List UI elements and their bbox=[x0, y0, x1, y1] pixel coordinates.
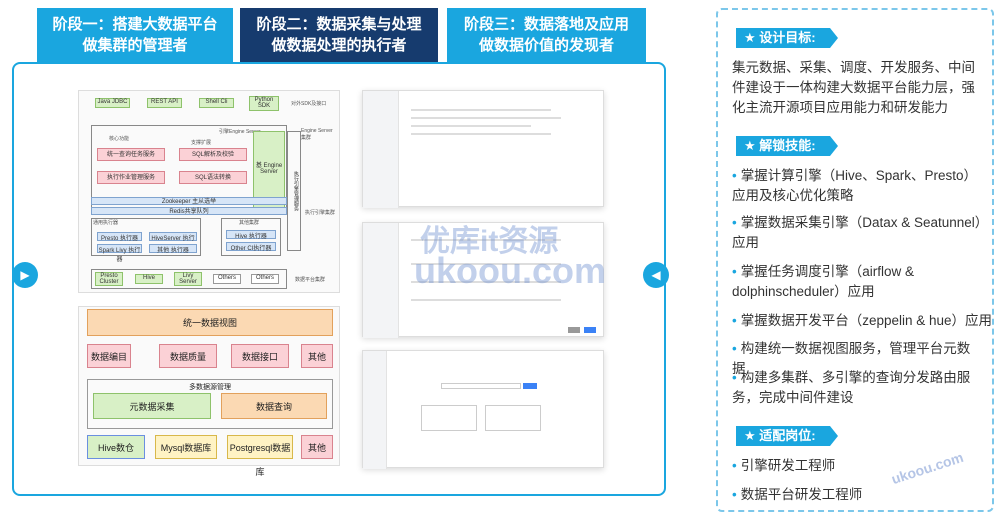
cluster-box: Hive bbox=[135, 274, 163, 284]
stage-3-title: 阶段三：数据落地及应用 bbox=[463, 16, 629, 33]
skills-heading-text: 解锁技能: bbox=[759, 138, 816, 153]
skill-text: 构建多集群、多引擎的查询分发路由服务，完成中间件建设 bbox=[732, 370, 971, 405]
thumb-sidebar bbox=[363, 223, 399, 338]
datasource-box: Postgresql数据库 bbox=[227, 435, 293, 477]
bullet-icon: • bbox=[732, 487, 737, 502]
prev-arrow-button[interactable]: ▶ bbox=[12, 262, 38, 288]
play-right-icon: ▶ bbox=[20, 268, 30, 282]
executor-box: Hive 执行器 bbox=[226, 230, 276, 240]
skill-item: • 构建多集群、多引擎的查询分发路由服务，完成中间件建设 bbox=[732, 368, 972, 408]
support-label: 支撑扩展 bbox=[191, 140, 212, 146]
metadata-collect-box: 元数据采集 bbox=[93, 393, 211, 419]
executor-box: Presto 执行器 bbox=[97, 232, 142, 242]
skills-heading: ★ 解锁技能: bbox=[736, 136, 838, 156]
job-text: 数据平台研发工程师 bbox=[740, 487, 863, 502]
sdk-box: Java JDBC bbox=[95, 98, 130, 108]
common-exec-label: 通用执行器 bbox=[93, 220, 119, 226]
exec-cluster-label: 执行引擎集群 bbox=[305, 210, 336, 216]
view-item: 数据接口 bbox=[231, 344, 289, 368]
datasource-box: 其他 bbox=[301, 435, 333, 459]
star-icon: ★ bbox=[744, 30, 760, 45]
skill-item: • 掌握计算引擎（Hive、Spark、Presto）应用及核心优化策略 bbox=[732, 166, 982, 206]
stage-tab-1[interactable]: 阶段一：搭建大数据平台 做集群的管理者 bbox=[37, 8, 233, 62]
core-box: 统一查询任务服务 bbox=[97, 148, 165, 161]
stage-3-subtitle: 做数据价值的发现者 bbox=[478, 37, 614, 54]
bullet-icon: • bbox=[732, 264, 737, 279]
skill-text: 掌握数据采集引擎（Datax & Seatunnel）应用 bbox=[732, 215, 982, 250]
core-label: 核心功能 bbox=[109, 136, 130, 142]
sdk-box: Python SDK bbox=[249, 96, 279, 111]
job-text: 引擎研发工程师 bbox=[740, 458, 836, 473]
executor-box: 其他 执行器 bbox=[149, 244, 197, 254]
next-arrow-button[interactable]: ◀ bbox=[643, 262, 669, 288]
bullet-icon: • bbox=[732, 458, 737, 473]
sdk-box: Shell Cli bbox=[199, 98, 234, 108]
watermark-url: ukoou.com bbox=[414, 250, 607, 291]
goal-text: 集元数据、采集、调度、开发服务、中间件建设于一体构建大数据平台能力层，强化主流开… bbox=[732, 60, 975, 115]
skill-text: 掌握数据开发平台（zeppelin & hue）应用 bbox=[740, 313, 993, 328]
bullet-icon: • bbox=[732, 341, 737, 356]
screenshot-thumbnail-1[interactable] bbox=[362, 90, 604, 208]
goal-heading: ★ 设计目标: bbox=[736, 28, 838, 48]
thumb-sidebar bbox=[363, 91, 399, 208]
job-item: • 数据平台研发工程师 bbox=[732, 485, 972, 505]
thumb-sidebar bbox=[363, 351, 387, 469]
goal-heading-text: 设计目标: bbox=[759, 30, 816, 45]
exec-manager-box: 执行引擎管理服务 bbox=[287, 131, 301, 251]
data-view-diagram: 统一数据视图 数据编目 数据质量 数据接口 其他 多数据源管理 元数据采集 数据… bbox=[78, 306, 340, 477]
cluster-box: Others bbox=[213, 274, 241, 284]
engine-group-label: Engine Server 集群 bbox=[301, 128, 333, 141]
datasource-box: Hive数仓 bbox=[87, 435, 145, 459]
support-box: SQL解析及校验 bbox=[179, 148, 247, 161]
skill-text: 掌握任务调度引擎（airflow & dolphinscheduler）应用 bbox=[732, 264, 914, 299]
stage-2-subtitle: 做数据处理的执行者 bbox=[271, 37, 407, 54]
support-box: SQL语法转换 bbox=[179, 171, 247, 184]
redis-bar: Redis共享队列 bbox=[91, 207, 287, 215]
cluster-box: Others bbox=[251, 274, 279, 284]
bullet-icon: • bbox=[732, 215, 737, 230]
job-item: • 引擎研发工程师 bbox=[732, 456, 972, 476]
screenshot-thumbnail-3[interactable] bbox=[362, 350, 604, 469]
view-item: 数据编目 bbox=[87, 344, 131, 368]
view-item: 其他 bbox=[301, 344, 333, 368]
stage-tab-2[interactable]: 阶段二：数据采集与处理 做数据处理的执行者 bbox=[240, 8, 438, 72]
sdk-box: REST API bbox=[147, 98, 182, 108]
executor-box: Spark Livy 执行器 bbox=[97, 244, 142, 263]
cluster-box: Livy Server bbox=[174, 272, 202, 286]
executor-box: HiveServer 执行器 bbox=[149, 232, 197, 251]
bullet-icon: • bbox=[732, 168, 737, 183]
view-item: 数据质量 bbox=[159, 344, 217, 368]
star-icon: ★ bbox=[744, 138, 760, 153]
stage-tab-3[interactable]: 阶段三：数据落地及应用 做数据价值的发现者 bbox=[447, 8, 646, 62]
multi-source-label: 多数据源管理 bbox=[189, 384, 231, 391]
skill-item: • 掌握任务调度引擎（airflow & dolphinscheduler）应用 bbox=[732, 262, 976, 302]
skill-item: • 掌握数据开发平台（zeppelin & hue）应用 bbox=[732, 311, 998, 331]
core-box: 执行作业管理服务 bbox=[97, 171, 165, 184]
stage-1-title: 阶段一：搭建大数据平台 bbox=[52, 16, 218, 33]
stage-2-title: 阶段二：数据采集与处理 bbox=[256, 16, 422, 33]
zookeeper-bar: Zookeeper 主从选举 bbox=[91, 197, 287, 205]
star-icon: ★ bbox=[744, 428, 760, 443]
sdk-label: 对外SDK及接口 bbox=[291, 101, 327, 107]
platform-cluster-label: 数据平台集群 bbox=[295, 277, 326, 283]
cluster-box: Presto Cluster bbox=[95, 272, 123, 286]
data-query-box: 数据查询 bbox=[221, 393, 327, 419]
skill-text: 掌握计算引擎（Hive、Spark、Presto）应用及核心优化策略 bbox=[732, 168, 978, 203]
jobs-heading-text: 适配岗位: bbox=[759, 428, 816, 443]
other-cluster-label: 其他集群 bbox=[239, 220, 260, 226]
unified-view-box: 统一数据视图 bbox=[87, 309, 333, 336]
bullet-icon: • bbox=[732, 370, 737, 385]
architecture-diagram: Java JDBC REST API Shell Cli Python SDK … bbox=[78, 90, 340, 293]
skill-item: • 掌握数据采集引擎（Datax & Seatunnel）应用 bbox=[732, 213, 982, 253]
bullet-icon: • bbox=[732, 313, 737, 328]
executor-box: Other CI执行器 bbox=[226, 242, 276, 252]
stage-1-subtitle: 做集群的管理者 bbox=[82, 37, 188, 54]
jobs-heading: ★ 适配岗位: bbox=[736, 426, 838, 446]
play-left-icon: ◀ bbox=[651, 268, 661, 282]
datasource-box: Mysql数据库 bbox=[155, 435, 217, 459]
